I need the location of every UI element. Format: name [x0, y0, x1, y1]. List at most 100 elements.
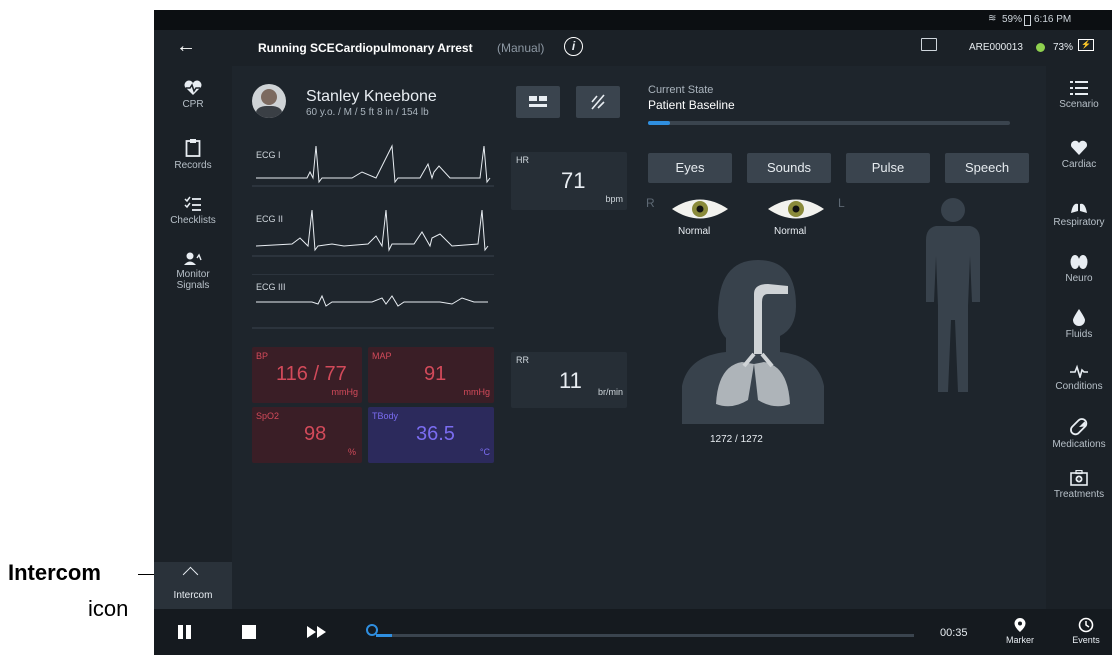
tab-sounds[interactable]: Sounds: [747, 153, 831, 183]
sidebar-item-medications[interactable]: Medications: [1046, 418, 1112, 450]
tbody-label: TBody: [372, 411, 399, 421]
header-title-scenario: Cardiopulmonary Arrest: [335, 41, 473, 55]
charging-battery-icon: ⚡: [1078, 39, 1094, 51]
tab-speech[interactable]: Speech: [945, 153, 1029, 183]
sidebar-item-label: Conditions: [1055, 381, 1103, 392]
heart-icon: [1071, 140, 1087, 155]
intercom-label: Intercom: [173, 590, 213, 601]
patient-name: Stanley Kneebone: [306, 88, 437, 105]
rr-value: 11: [559, 368, 582, 393]
kit-icon: [1070, 470, 1088, 486]
airway-lungs-figure[interactable]: [678, 254, 828, 424]
map-label: MAP: [372, 351, 392, 361]
tab-eyes[interactable]: Eyes: [648, 153, 732, 183]
device-battery-percent: 73%: [1053, 42, 1074, 53]
sidebar-item-label: Monitor Signals: [176, 269, 210, 291]
pulse-line-icon: [1070, 364, 1088, 378]
bp-tile[interactable]: BP 116 / 77 mmHg: [252, 347, 362, 403]
pause-icon: [178, 625, 183, 639]
sidebar-item-label: Fluids: [1065, 329, 1093, 340]
sidebar-item-neuro[interactable]: Neuro: [1046, 254, 1112, 284]
sidebar-item-label: Scenario: [1059, 99, 1099, 110]
timeline-fill: [376, 634, 393, 637]
patient-details: 60 y.o. / M / 5 ft 8 in / 154 lb: [306, 107, 429, 118]
header-title-running: Running SCE: [258, 41, 335, 55]
back-arrow-icon[interactable]: ←: [176, 35, 196, 58]
monitor-icon[interactable]: [921, 38, 937, 51]
sidebar-item-monitor-signals[interactable]: Monitor Signals: [154, 252, 232, 291]
sidebar-item-scenario[interactable]: Scenario: [1046, 80, 1112, 110]
bp-unit: mmHg: [331, 387, 359, 397]
layout-button[interactable]: [516, 86, 560, 118]
right-eye-icon[interactable]: [670, 196, 730, 222]
fast-forward-icon: [307, 626, 326, 638]
eye-right-side-label: R: [646, 196, 655, 210]
tab-pulse[interactable]: Pulse: [846, 153, 930, 183]
bp-value: 116 / 77: [276, 363, 347, 385]
sidebar-item-respiratory[interactable]: Respiratory: [1046, 196, 1112, 228]
timeline-handle-icon[interactable]: [366, 624, 378, 636]
bp-label: BP: [256, 351, 269, 361]
layout-icon: [529, 96, 547, 107]
rr-tile[interactable]: RR 11 br/min: [511, 352, 627, 408]
sidebar-item-label: Medications: [1052, 439, 1106, 450]
clock-icon: [1078, 617, 1094, 633]
rr-unit: br/min: [597, 387, 623, 397]
sidebar-item-treatments[interactable]: Treatments: [1046, 470, 1112, 500]
sidebar-item-label: Checklists: [170, 215, 216, 226]
hr-tile[interactable]: HR 71 bpm: [511, 152, 627, 210]
sidebar-item-label: Treatments: [1053, 489, 1105, 500]
ecg-lead-2-panel: ECG II: [252, 206, 494, 258]
elapsed-time: 00:35: [940, 627, 968, 639]
map-value: 91: [424, 363, 447, 385]
info-icon[interactable]: i: [564, 37, 583, 56]
callout-title: Intercom: [8, 560, 101, 585]
spo2-unit: %: [347, 447, 356, 457]
header-title-mode: (Manual): [497, 41, 545, 55]
ecg-lead-2-trace: [252, 209, 494, 257]
sidebar-item-cpr[interactable]: CPR: [154, 80, 232, 110]
sidebar-item-records[interactable]: Records: [154, 138, 232, 171]
pause-button[interactable]: [176, 623, 194, 641]
marker-button[interactable]: Marker: [1000, 617, 1040, 645]
hr-label: HR: [516, 155, 529, 165]
sidebar-item-cardiac[interactable]: Cardiac: [1046, 140, 1112, 170]
connection-status-dot: [1036, 43, 1045, 52]
intercom-button[interactable]: Intercom: [154, 562, 232, 609]
spo2-tile[interactable]: SpO2 98 %: [252, 407, 362, 463]
sidebar-item-label: CPR: [182, 99, 204, 110]
wifi-icon: ≋: [988, 13, 997, 24]
map-tile[interactable]: MAP 91 mmHg: [368, 347, 494, 403]
events-button[interactable]: Events: [1066, 617, 1106, 645]
clock: 6:16 PM: [1034, 14, 1072, 25]
sidebar-item-conditions[interactable]: Conditions: [1046, 364, 1112, 392]
state-progress-track: [648, 121, 1010, 125]
stop-button[interactable]: [242, 625, 256, 639]
device-id: ARE000013: [969, 42, 1023, 53]
battery-percent: 59%: [1002, 14, 1023, 25]
chevron-up-icon: [182, 566, 199, 583]
brain-icon: [1070, 255, 1088, 269]
ecg-lead-3-panel: ECG III: [252, 274, 494, 330]
sidebar-item-fluids[interactable]: Fluids: [1046, 308, 1112, 340]
hr-value: 71: [561, 168, 586, 193]
sidebar-item-checklists[interactable]: Checklists: [154, 196, 232, 226]
fast-forward-button[interactable]: [306, 624, 328, 640]
ecg-lead-1-panel: ECG I: [252, 142, 494, 188]
timeline-track[interactable]: [376, 634, 914, 637]
tbody-value: 36.5: [416, 423, 455, 445]
ecg-lead-3-trace: [252, 274, 494, 329]
current-state-value: Patient Baseline: [648, 98, 735, 112]
mute-alarm-button[interactable]: [576, 86, 620, 118]
left-eye-icon[interactable]: [766, 196, 826, 222]
right-sidebar: Scenario Cardiac Respiratory Neuro Fluid…: [1046, 66, 1112, 609]
sidebar-item-label: Respiratory: [1053, 217, 1105, 228]
tbody-tile[interactable]: TBody 36.5 °C: [368, 407, 494, 463]
pill-icon: [1070, 418, 1088, 436]
spo2-value: 98: [304, 423, 327, 445]
checklist-icon: [184, 196, 201, 211]
body-silhouette[interactable]: [922, 196, 984, 396]
rr-label: RR: [516, 355, 529, 365]
system-status-bar: ≋ 59% 6:16 PM: [154, 10, 1112, 30]
left-sidebar: CPR Records Checklists Monitor Signals I…: [154, 66, 232, 609]
